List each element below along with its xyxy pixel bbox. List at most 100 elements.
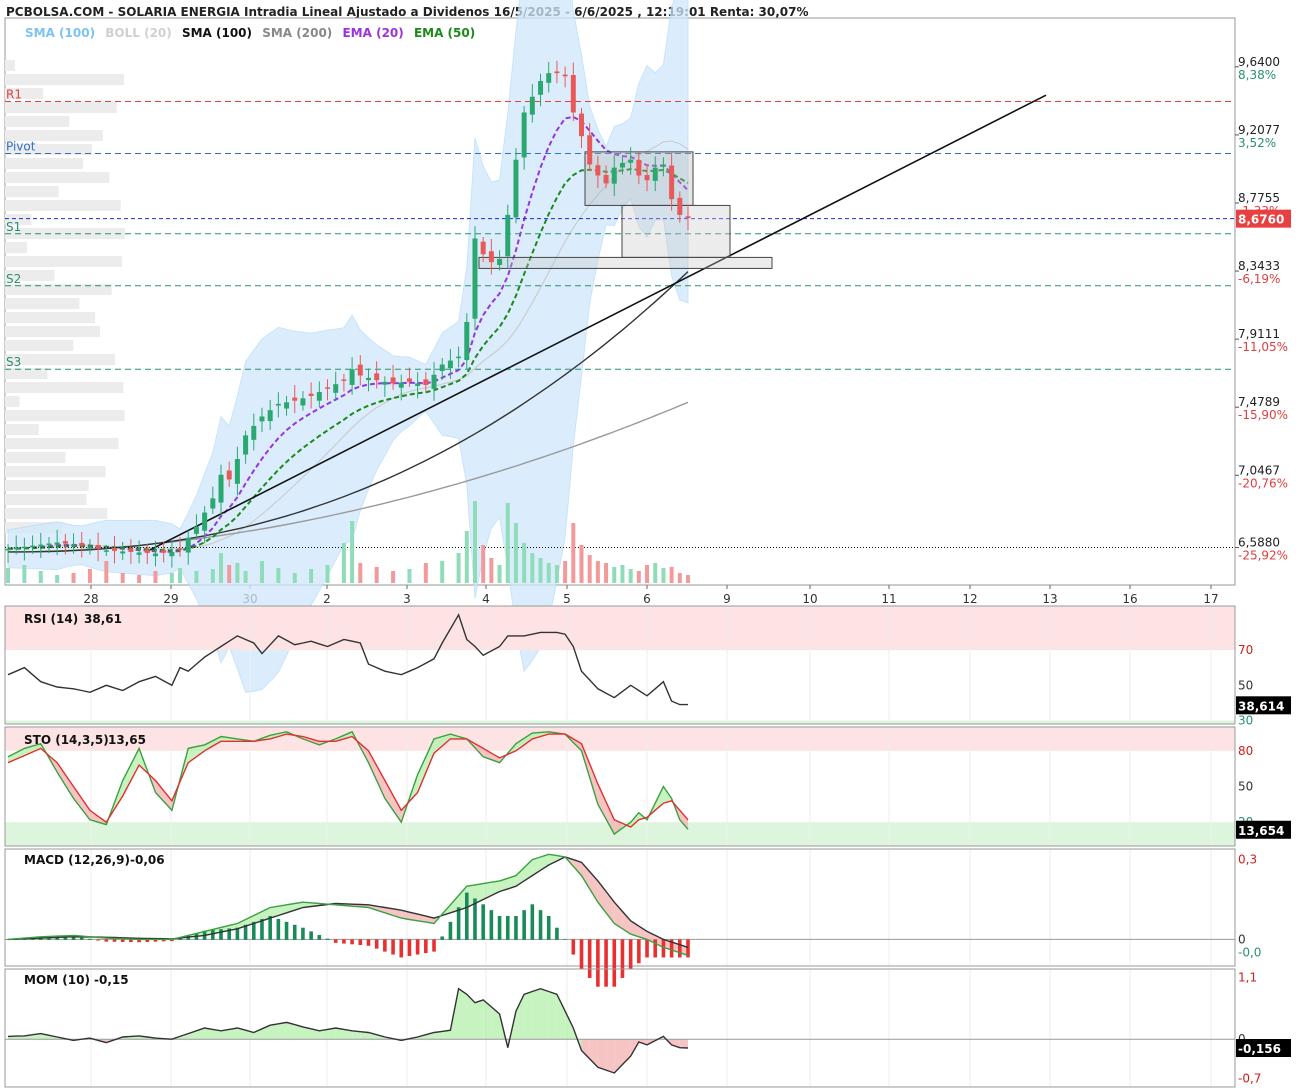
volume-profile-bar [5,494,87,505]
volume-bar [571,523,576,583]
candle-body [349,369,355,385]
mom-fill [581,1039,590,1059]
volume-bar [472,501,477,583]
volume-profile-bar [5,452,66,463]
macd-histogram-bar [284,921,289,940]
macd-histogram-bar [112,939,117,942]
volume-profile-bar [5,340,74,351]
volume-bar [620,565,625,583]
volume-bar [194,571,199,583]
volume-bar [227,565,232,583]
volume-bar [153,571,158,583]
volume-bar [505,503,510,583]
sto-y-tick: 50 [1238,780,1253,794]
y-tick-percent: -20,76% [1238,476,1288,490]
macd-histogram-bar [481,904,485,940]
y-tick-label: 6,5880 [1238,536,1280,550]
macd-y-tick: 0,3 [1238,853,1257,867]
mom-fill [597,1039,607,1071]
volume-bar [522,543,527,583]
candle-body [46,543,52,546]
macd-histogram-bar [399,939,404,958]
candle-body [87,547,93,549]
candle-body [611,167,617,184]
macd-histogram-bar [579,939,584,970]
mom-fill [515,994,525,1040]
candle-body [226,470,232,480]
volume-bar [587,555,592,583]
x-tick-label: 17 [1203,592,1218,606]
sto-value: 13,65 [108,733,146,747]
macd-histogram-bar [407,939,412,956]
volume-bar [6,568,10,583]
volume-bar [653,563,658,583]
macd-histogram-bar [260,918,264,940]
candle-body [316,392,322,401]
rsi-y-tick: 30 [1238,713,1253,727]
volume-profile-bar [5,326,101,337]
candle-body [284,402,290,409]
macd-histogram-bar [432,939,436,952]
sto-last-label: 13,654 [1238,824,1284,838]
candle-body [685,216,691,219]
macd-histogram-bar [563,939,567,940]
macd-histogram-bar [325,938,330,940]
candle-body [505,214,511,257]
candle-body [202,512,208,531]
macd-histogram-bar [309,931,313,940]
candle-body [554,71,560,74]
rsi-label: RSI (14) [24,612,78,626]
x-tick-label: 10 [802,592,817,606]
volume-profile-bar [5,424,39,435]
x-tick-label: 4 [482,592,490,606]
volume-bar [309,569,314,583]
macd-histogram-bar [383,939,387,952]
candle-body [292,397,298,401]
volume-profile-bar [5,200,121,211]
candle-body [390,377,396,384]
candle-body [185,537,191,553]
candle-body [79,542,85,546]
candle-body [423,379,429,385]
volume-profile-bar [5,186,59,197]
macd-histogram-bar [489,910,494,940]
macd-histogram-bar [440,936,445,940]
stock-chart: 28 29 30 2 3 4 5 6 9 10 11 12 13 16 17 R1 Pivot S1 S2 S3 9,6… [4,0,1291,1088]
price-panel-frame [4,17,1236,586]
volume-bar [374,567,379,583]
candle-body [497,258,503,265]
y-tick-percent: -25,92% [1238,549,1288,563]
candle-body [480,241,486,255]
candle-body [374,373,380,381]
candle-body [365,377,371,381]
y-tick-label: 9,6400 [1238,55,1280,69]
x-tick-label: 9 [723,592,731,606]
x-tick-label: 11 [881,592,896,606]
candle-body [210,498,216,509]
volume-bar [22,565,27,583]
macd-histogram-bar [333,939,338,943]
volume-bar [636,571,641,583]
mom-last-label: -0,156 [1238,1042,1281,1056]
pivot-level-label: S3 [6,355,21,369]
candle-body [382,381,388,385]
candle-body [562,74,568,77]
mom-fill [540,988,549,1040]
mom-fill [458,988,467,1040]
candle-body [161,550,167,553]
volume-profile-bar [5,466,106,477]
sto-fill [130,748,140,781]
candle-body [13,547,19,550]
volume-bar [513,523,518,583]
volume-bar [169,573,174,583]
candle-body [652,167,658,181]
volume-bar [563,561,568,583]
volume-profile-bar [5,74,125,85]
range-box-2 [621,204,731,258]
y-tick-percent: -15,90% [1238,408,1288,422]
volume-bar [358,563,363,583]
volume-profile-bar [5,396,20,407]
candle-body [103,550,109,552]
candle-body [341,379,347,382]
volume-bar [669,567,674,583]
